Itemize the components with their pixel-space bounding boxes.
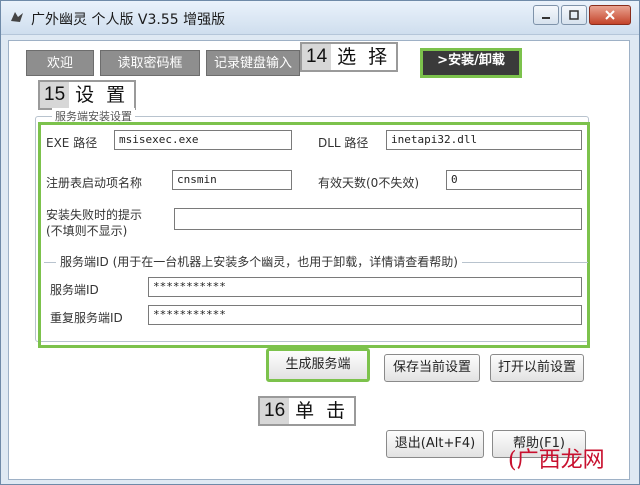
install-fail-tip-input[interactable] xyxy=(174,208,582,230)
tab-keylogger[interactable]: 记录键盘输入 xyxy=(206,50,300,76)
exit-button[interactable]: 退出(Alt+F4) xyxy=(386,430,484,458)
tab-welcome[interactable]: 欢迎 xyxy=(26,50,94,76)
window-controls xyxy=(533,5,631,27)
callout-step-15: 15 设 置 xyxy=(38,80,137,110)
save-settings-button[interactable]: 保存当前设置 xyxy=(384,354,480,382)
site-watermark: (广西龙网 xyxy=(508,442,605,474)
callout-number: 16 xyxy=(260,398,290,424)
registry-name-input[interactable]: cnsmin xyxy=(172,170,292,190)
install-fail-tip-label: 安装失败时的提示 xyxy=(46,208,143,222)
maximize-icon xyxy=(569,10,579,20)
dll-path-input[interactable]: inetapi32.dll xyxy=(386,130,582,150)
tab-install-uninstall[interactable]: >安装/卸载 xyxy=(420,48,522,78)
open-settings-button[interactable]: 打开以前设置 xyxy=(490,354,584,382)
callout-number: 15 xyxy=(40,82,70,108)
close-icon xyxy=(605,10,615,20)
callout-step-16: 16 单 击 xyxy=(258,396,357,426)
close-button[interactable] xyxy=(589,5,631,25)
repeat-server-id-label: 重复服务端ID xyxy=(50,311,123,325)
exe-path-input[interactable]: msisexec.exe xyxy=(114,130,292,150)
valid-days-label: 有效天数(0不失效) xyxy=(318,176,419,190)
server-id-legend: 服务端ID (用于在一台机器上安装多个幽灵，也用于卸载，详情请查看帮助) xyxy=(56,253,462,270)
callout-text: 选 择 xyxy=(337,46,391,68)
valid-days-input[interactable]: 0 xyxy=(446,170,582,190)
install-fail-tip-note: (不填则不显示) xyxy=(46,224,128,238)
tab-read-password[interactable]: 读取密码框 xyxy=(100,50,200,76)
server-id-label: 服务端ID xyxy=(50,283,99,297)
repeat-server-id-input[interactable]: *********** xyxy=(148,305,582,325)
callout-text: 设 置 xyxy=(75,84,129,106)
registry-name-label: 注册表启动项名称 xyxy=(46,176,143,190)
ghost-app-icon xyxy=(9,9,25,25)
watermark-text: 广西龙网 xyxy=(516,448,605,473)
minimize-button[interactable] xyxy=(533,5,559,25)
minimize-icon xyxy=(542,17,550,19)
watermark-paren: ( xyxy=(508,448,517,473)
exe-path-label: EXE 路径 xyxy=(46,136,98,150)
window-title: 广外幽灵 个人版 V3.55 增强版 xyxy=(31,12,226,28)
callout-text: 单 击 xyxy=(295,400,349,422)
callout-number: 14 xyxy=(302,44,332,70)
dll-path-label: DLL 路径 xyxy=(318,136,369,150)
server-id-input[interactable]: *********** xyxy=(148,277,582,297)
callout-step-14: 14 选 择 xyxy=(300,42,399,72)
maximize-button[interactable] xyxy=(561,5,587,25)
generate-server-button[interactable]: 生成服务端 xyxy=(266,348,370,382)
title-bar[interactable]: 广外幽灵 个人版 V3.55 增强版 xyxy=(1,1,639,35)
